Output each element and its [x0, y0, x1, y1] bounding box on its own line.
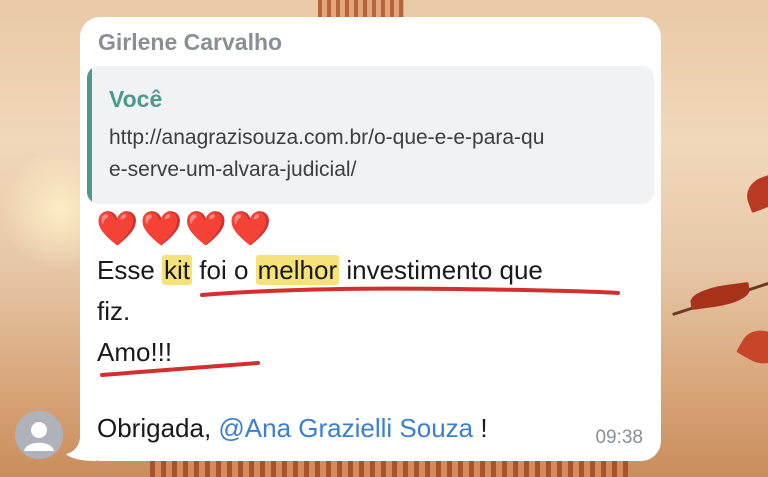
red-underline-2	[100, 361, 260, 377]
sender-name: Girlene Carvalho	[98, 29, 283, 55]
wallpaper-leaf	[688, 281, 752, 311]
highlighted-word-melhor: melhor	[255, 255, 340, 285]
message-line-4: Obrigada, @Ana Grazielli Souza !	[97, 413, 488, 444]
wallpaper-leaf	[741, 173, 768, 213]
message-timestamp: 09:38	[595, 427, 643, 448]
message-text: foi o	[192, 255, 256, 285]
highlighted-word-kit: kit	[162, 255, 193, 285]
message-line-2: fiz.	[97, 296, 131, 326]
hearts-emoji: ❤️❤️❤️❤️	[96, 209, 274, 249]
wallpaper-leaf	[736, 322, 768, 372]
message-text: !	[473, 413, 488, 443]
message-text: investimento que	[339, 255, 543, 285]
quoted-reply[interactable]: Você http://anagrazisouza.com.br/o-que-e…	[87, 66, 654, 204]
red-underline-1	[200, 286, 620, 297]
mention-link[interactable]: @Ana Grazielli Souza	[218, 413, 473, 443]
message-text: Esse	[97, 255, 163, 285]
message-line-1: Esse kit foi o melhor investimento que	[97, 255, 543, 286]
quote-link-text[interactable]: http://anagrazisouza.com.br/o-que-e-e-pa…	[109, 122, 549, 186]
message-text: Obrigada,	[97, 413, 219, 443]
quote-author: Você	[109, 86, 163, 112]
message-bubble[interactable]: Girlene Carvalho Você http://anagrazisou…	[80, 17, 661, 461]
user-avatar-icon[interactable]	[15, 411, 63, 459]
quote-accent-bar	[87, 66, 92, 204]
